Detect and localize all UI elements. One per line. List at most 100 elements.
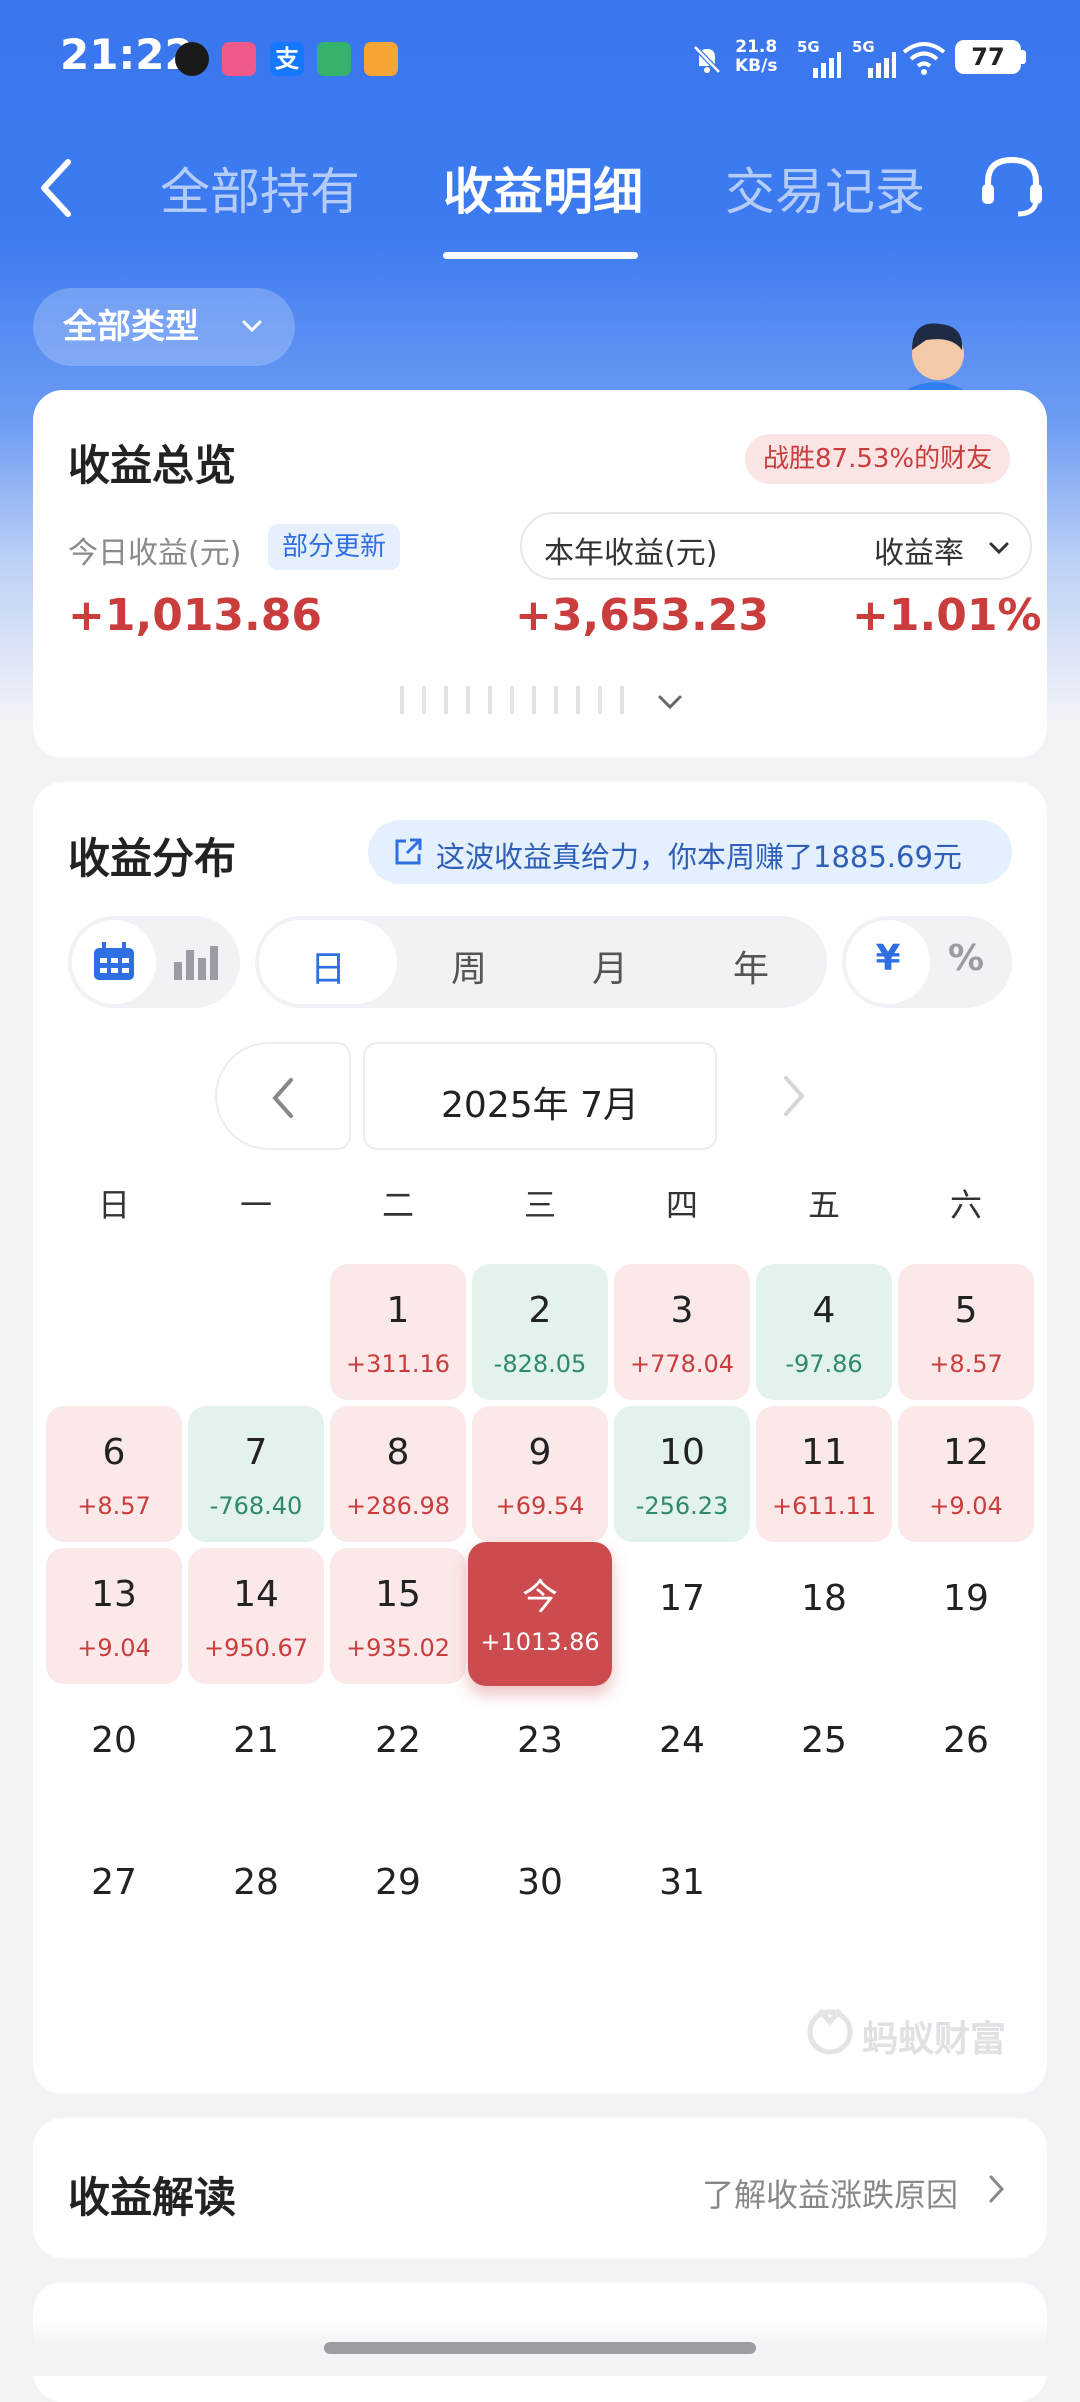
calendar-day[interactable]: 8 +286.98 xyxy=(330,1406,466,1542)
calendar-day-today[interactable]: 今 +1013.86 xyxy=(468,1542,612,1686)
interpret-link[interactable]: 了解收益涨跌原因 xyxy=(702,2170,958,2216)
calendar-day[interactable]: 6 +8.57 xyxy=(46,1406,182,1542)
day-earnings: +311.16 xyxy=(345,1350,451,1378)
day-number: 24 xyxy=(659,1720,705,1761)
network-speed: 21.8 KB/s xyxy=(735,37,778,76)
day-number: 28 xyxy=(233,1862,279,1903)
day-earnings: -828.05 xyxy=(493,1350,587,1378)
calendar-day[interactable]: 19 xyxy=(898,1548,1034,1684)
day-number: 27 xyxy=(91,1862,137,1903)
bell-muted-icon xyxy=(693,45,721,74)
calendar-day[interactable]: 2 -828.05 xyxy=(472,1264,608,1400)
tab-earnings-detail[interactable]: 收益明细 xyxy=(443,152,643,224)
weekly-earnings-text: 这波收益真给力，你本周赚了1885.69元 xyxy=(436,840,962,874)
chevron-right-icon xyxy=(989,2175,1005,2203)
status-time: 21:22 xyxy=(60,30,194,79)
calendar-day[interactable]: 28 xyxy=(188,1832,324,1968)
calendar-day[interactable]: 23 xyxy=(472,1690,608,1826)
back-icon[interactable] xyxy=(36,158,76,218)
calendar-day[interactable]: 4 -97.86 xyxy=(756,1264,892,1400)
bar-chart-view-button[interactable] xyxy=(162,920,236,1004)
day-number: 10 xyxy=(659,1432,705,1473)
day-number: 12 xyxy=(943,1432,989,1473)
year-earnings-label: 本年收益(元) xyxy=(544,536,718,571)
tab-holdings[interactable]: 全部持有 xyxy=(160,152,360,224)
weekday-sat: 六 xyxy=(949,1186,982,1224)
day-number: 2 xyxy=(528,1290,552,1331)
day-earnings: +778.04 xyxy=(629,1350,735,1378)
day-number: 15 xyxy=(375,1574,421,1615)
customer-service-icon[interactable] xyxy=(978,152,1046,220)
period-week[interactable]: 周 xyxy=(400,940,538,992)
period-day[interactable]: 日 xyxy=(259,940,397,992)
distribution-title: 收益分布 xyxy=(68,834,237,883)
calendar-day[interactable]: 9 +69.54 xyxy=(472,1406,608,1542)
today-earnings-value: +1,013.86 xyxy=(68,590,322,641)
calendar-icon xyxy=(94,942,134,980)
day-earnings: +1013.86 xyxy=(480,1628,600,1656)
share-link-icon xyxy=(395,838,422,865)
day-earnings: +9.04 xyxy=(77,1634,151,1662)
calendar-day[interactable]: 25 xyxy=(756,1690,892,1826)
calendar-day[interactable]: 10 -256.23 xyxy=(614,1406,750,1542)
chevron-down-icon xyxy=(989,542,1009,555)
day-number: 23 xyxy=(517,1720,563,1761)
battery-level: 77 xyxy=(955,40,1021,74)
rate-value: +1.01% xyxy=(852,590,1042,641)
calendar-day[interactable]: 11 +611.11 xyxy=(756,1406,892,1542)
next-month-chevron-icon xyxy=(784,1076,805,1116)
tab-transactions[interactable]: 交易记录 xyxy=(725,152,925,224)
calendar-day[interactable]: 30 xyxy=(472,1832,608,1968)
calendar-day[interactable]: 20 xyxy=(46,1690,182,1826)
unit-percent-button[interactable]: % xyxy=(924,938,1008,979)
app-notification-icon xyxy=(175,42,209,76)
ant-fortune-logo-icon xyxy=(807,2008,853,2055)
calendar-day[interactable]: 29 xyxy=(330,1832,466,1968)
bilibili-icon xyxy=(222,42,256,76)
period-year[interactable]: 年 xyxy=(682,940,820,992)
type-filter-dropdown[interactable]: 全部类型 xyxy=(33,288,295,366)
prev-month-button[interactable] xyxy=(215,1042,351,1150)
calendar-day[interactable]: 18 xyxy=(756,1548,892,1684)
year-earnings-value: +3,653.23 xyxy=(515,590,769,641)
calendar-day[interactable]: 14 +950.67 xyxy=(188,1548,324,1684)
calendar-day[interactable]: 3 +778.04 xyxy=(614,1264,750,1400)
day-number: 7 xyxy=(244,1432,268,1473)
calendar-day[interactable]: 24 xyxy=(614,1690,750,1826)
day-earnings: -97.86 xyxy=(785,1350,863,1378)
calendar-day[interactable]: 26 xyxy=(898,1690,1034,1826)
day-number: 17 xyxy=(659,1578,705,1619)
chevron-left-icon xyxy=(272,1078,293,1118)
month-label: 2025年 7月 xyxy=(441,1085,639,1126)
calendar-day[interactable]: 27 xyxy=(46,1832,182,1968)
calendar-day[interactable]: 21 xyxy=(188,1690,324,1826)
calendar-day[interactable]: 15 +935.02 xyxy=(330,1548,466,1684)
day-number: 11 xyxy=(801,1432,847,1473)
day-number: 26 xyxy=(943,1720,989,1761)
period-month[interactable]: 月 xyxy=(541,940,679,992)
unit-yuan-button[interactable]: ¥ xyxy=(846,938,930,979)
alipay-icon: 支 xyxy=(270,42,304,76)
calendar-day[interactable]: 5 +8.57 xyxy=(898,1264,1034,1400)
home-indicator[interactable] xyxy=(324,2342,756,2354)
calendar-view-button[interactable] xyxy=(72,920,156,1004)
calendar-day[interactable]: 31 xyxy=(614,1832,750,1968)
wifi-icon xyxy=(902,42,946,75)
calendar-day[interactable]: 22 xyxy=(330,1690,466,1826)
weekday-sun: 日 xyxy=(97,1186,130,1224)
day-number: 4 xyxy=(812,1290,836,1331)
weekly-earnings-banner[interactable]: 这波收益真给力，你本周赚了1885.69元 xyxy=(368,820,1012,884)
day-number: 1 xyxy=(386,1290,410,1331)
year-rate-selector[interactable]: 本年收益(元) 收益率 xyxy=(520,512,1032,580)
month-picker[interactable]: 2025年 7月 xyxy=(363,1042,717,1150)
expand-chevron-icon[interactable] xyxy=(656,692,684,712)
today-earnings-label: 今日收益(元) xyxy=(68,536,242,571)
active-tab-indicator xyxy=(443,252,638,259)
day-number: 今 xyxy=(521,1577,558,1618)
calendar-day[interactable]: 13 +9.04 xyxy=(46,1548,182,1684)
collapsed-detail-placeholder xyxy=(400,686,640,714)
calendar-day[interactable]: 12 +9.04 xyxy=(898,1406,1034,1542)
calendar-day[interactable]: 17 xyxy=(614,1548,750,1684)
calendar-day[interactable]: 7 -768.40 xyxy=(188,1406,324,1542)
calendar-day[interactable]: 1 +311.16 xyxy=(330,1264,466,1400)
